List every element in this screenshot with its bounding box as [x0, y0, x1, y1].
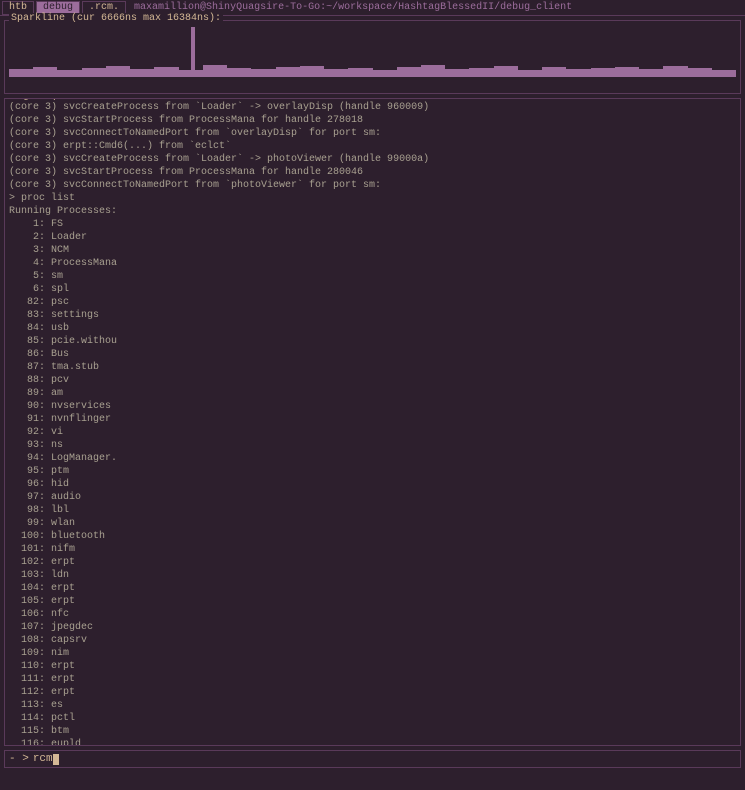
sparkline-bar: [373, 70, 397, 77]
sparkline-bar: [688, 68, 712, 77]
sparkline-bar: [712, 70, 736, 77]
sparkline-bar: [469, 68, 493, 77]
sparkline-bar: [397, 67, 421, 77]
sparkline-title: Sparkline (cur 6666ns max 16384ns):: [9, 13, 223, 24]
sparkline-bar: [542, 67, 566, 77]
sparkline-bar: [494, 66, 518, 77]
sparkline-bar: [445, 69, 469, 77]
sparkline-bar: [154, 67, 178, 77]
cursor-icon: [53, 754, 59, 765]
sparkline-bar: [615, 67, 639, 77]
command-text: rcm: [33, 753, 53, 765]
sparkline-bar: [591, 68, 615, 77]
sparkline-bar: [251, 69, 275, 77]
sparkline-bar: [348, 68, 372, 77]
sparkline-chart: [9, 27, 736, 77]
sparkline-bar: [518, 70, 542, 77]
sparkline-bar: [33, 67, 57, 77]
log-panel: Log Output (core 3) svcCreateProcess fro…: [4, 98, 741, 746]
path-label: maxamillion@ShinyQuagsire-To-Go:~/worksp…: [134, 2, 572, 13]
sparkline-bar: [276, 67, 300, 77]
sparkline-bar: [300, 66, 324, 77]
log-title: Log Output: [9, 98, 73, 102]
sparkline-bar: [57, 70, 81, 77]
command-bar[interactable]: - > rcm: [4, 750, 741, 768]
sparkline-bar: [566, 69, 590, 77]
command-prefix: - >: [9, 753, 29, 765]
sparkline-panel: Sparkline (cur 6666ns max 16384ns):: [4, 20, 741, 94]
sparkline-bar: [130, 69, 154, 77]
sparkline-bar: [82, 68, 106, 77]
log-content: (core 3) svcCreateProcess from `Loader` …: [9, 101, 736, 746]
sparkline-bar: [663, 66, 687, 77]
sparkline-bar: [9, 69, 33, 77]
sparkline-bar: [106, 66, 130, 77]
sparkline-bar: [227, 68, 251, 77]
sparkline-bar: [203, 65, 227, 77]
sparkline-bar: [421, 65, 445, 77]
sparkline-bar: [639, 69, 663, 77]
sparkline-spike: [191, 27, 195, 77]
sparkline-bar: [324, 69, 348, 77]
